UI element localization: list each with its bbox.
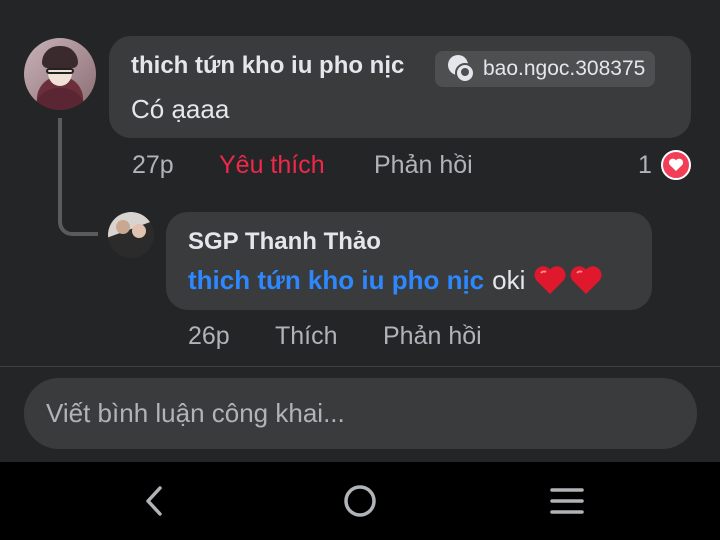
profile-link-icon bbox=[445, 53, 477, 85]
divider bbox=[0, 366, 720, 367]
reply-mention[interactable]: thich tứn kho iu pho nịc bbox=[188, 265, 484, 296]
back-icon[interactable] bbox=[126, 476, 182, 526]
reply-message: oki bbox=[492, 264, 526, 295]
heart-emoji-icon bbox=[534, 266, 566, 294]
reply-reply-button[interactable]: Phản hồi bbox=[383, 322, 482, 351]
reply-text: thich tứn kho iu pho nịc oki bbox=[188, 264, 603, 296]
reply-author-avatar[interactable] bbox=[108, 212, 154, 258]
comment-input[interactable] bbox=[24, 378, 697, 449]
comment-text: Có ạaaa bbox=[131, 94, 230, 124]
reaction-count[interactable]: 1 bbox=[638, 151, 652, 180]
comment-like-button[interactable]: Yêu thích bbox=[219, 151, 325, 180]
thread-connector bbox=[58, 118, 98, 236]
heart-emoji-icon bbox=[570, 266, 602, 294]
reply-author[interactable]: SGP Thanh Thảo bbox=[188, 228, 381, 256]
linked-profile-name: bao.ngoc.308375 bbox=[483, 57, 646, 80]
reply-like-button[interactable]: Thích bbox=[275, 322, 338, 351]
system-navigation-bar bbox=[0, 462, 720, 540]
reply-time: 26p bbox=[188, 322, 230, 350]
home-icon[interactable] bbox=[332, 476, 388, 526]
comment-reply-button[interactable]: Phản hồi bbox=[374, 151, 473, 180]
heart-icon[interactable] bbox=[661, 150, 691, 180]
commenter-avatar[interactable] bbox=[24, 38, 96, 110]
comment-time: 27p bbox=[132, 151, 174, 179]
comment-composer[interactable] bbox=[24, 378, 697, 449]
recent-apps-icon[interactable] bbox=[539, 476, 595, 526]
comment-author[interactable]: thich tứn kho iu pho nịc bbox=[131, 52, 404, 80]
linked-profile-tag[interactable]: bao.ngoc.308375 bbox=[435, 51, 656, 87]
